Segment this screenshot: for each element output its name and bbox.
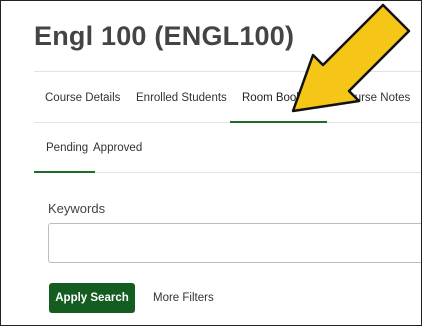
keywords-input[interactable] [48, 223, 421, 263]
course-page: Engl 100 (ENGL100) Course Details Enroll… [0, 0, 422, 326]
status-subtabs: Pending Approved [34, 125, 421, 173]
tab-course-notes[interactable]: Course Notes [340, 73, 410, 123]
subtab-pending[interactable]: Pending [46, 125, 88, 172]
subtab-approved[interactable]: Approved [93, 125, 142, 172]
tab-course-details[interactable]: Course Details [45, 73, 120, 123]
tab-enrolled-students[interactable]: Enrolled Students [136, 73, 227, 123]
keywords-label: Keywords [48, 201, 106, 216]
active-tab-indicator [230, 121, 327, 123]
more-filters-link[interactable]: More Filters [153, 283, 214, 313]
apply-search-button[interactable]: Apply Search [49, 283, 135, 313]
main-tabs: Course Details Enrolled Students Room Bo… [34, 73, 421, 123]
page-title: Engl 100 (ENGL100) [34, 21, 295, 51]
active-subtab-indicator [34, 171, 95, 173]
tab-room-bookings[interactable]: Room Bookings [242, 73, 323, 123]
title-divider [34, 71, 421, 72]
